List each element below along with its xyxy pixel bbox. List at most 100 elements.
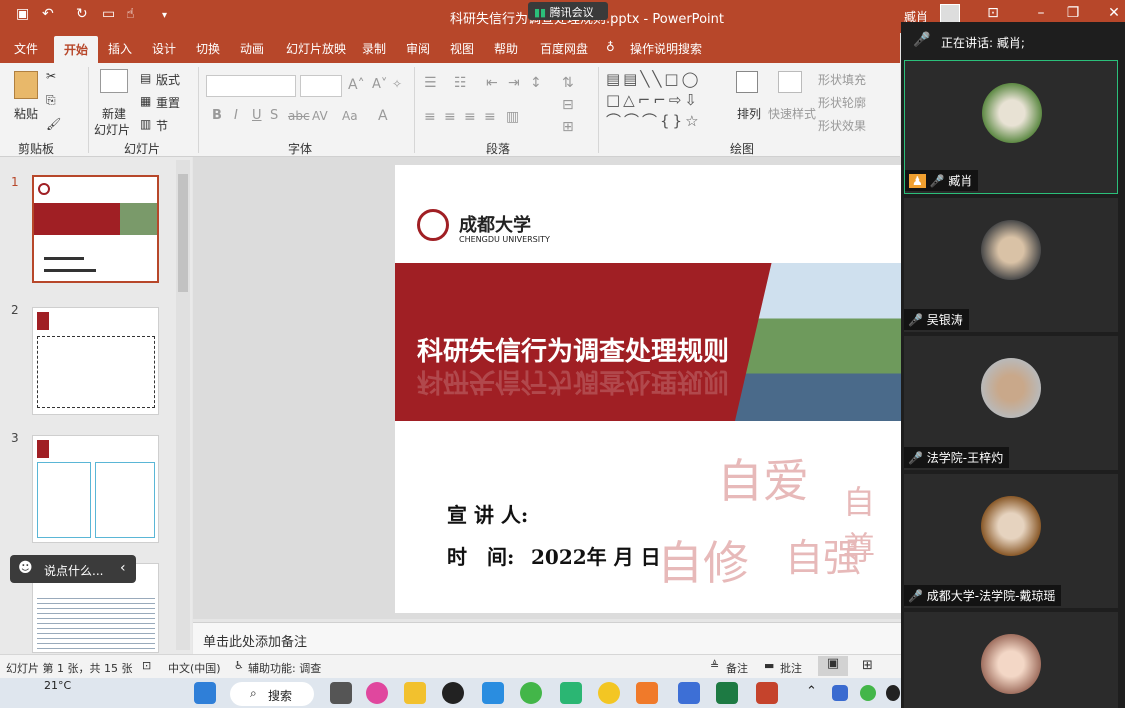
layout-button[interactable]: 版式: [156, 71, 180, 88]
clear-format-icon[interactable]: ✧: [392, 77, 402, 91]
notes-pane[interactable]: 单击此处添加备注: [193, 622, 901, 654]
justify-icon[interactable]: ≡: [484, 109, 496, 125]
align-right-icon[interactable]: ≡: [464, 109, 476, 125]
tab-animations[interactable]: 动画: [240, 40, 264, 57]
shape-fill-button[interactable]: 形状填充: [818, 71, 866, 88]
tab-record[interactable]: 录制: [362, 40, 386, 57]
browser-icon[interactable]: [366, 682, 388, 704]
shape-outline-button[interactable]: 形状轮廓: [818, 94, 866, 111]
shapes-gallery[interactable]: ▤▤╲╲□◯ □△⌐⌐⇨⇩ ⌒⌒⌒{}☆: [606, 69, 726, 133]
reset-button[interactable]: 重置: [156, 94, 180, 111]
pdf-icon[interactable]: [636, 682, 658, 704]
paste-button[interactable]: 粘贴: [14, 105, 38, 122]
tab-insert[interactable]: 插入: [108, 40, 132, 57]
tab-design[interactable]: 设计: [152, 40, 176, 57]
slide[interactable]: 成都大学 CHENGDU UNIVERSITY 科研失信行为调查处理规则 科研失…: [395, 165, 901, 613]
excel-icon[interactable]: [716, 682, 738, 704]
ribbon-display-icon[interactable]: ⊡: [982, 5, 1004, 21]
decrease-indent-icon[interactable]: ⇤: [486, 75, 498, 91]
tell-me-search[interactable]: 操作说明搜索: [630, 40, 702, 57]
app-icon[interactable]: [598, 682, 620, 704]
increase-font-icon[interactable]: A˄: [348, 77, 365, 93]
underline-icon[interactable]: U: [252, 108, 262, 123]
copy-icon[interactable]: ⎘: [46, 93, 56, 108]
change-case-icon[interactable]: Aa: [342, 109, 358, 123]
bold-icon[interactable]: B: [212, 108, 222, 123]
line-spacing-icon[interactable]: ↕: [530, 75, 542, 91]
notes-placeholder[interactable]: 单击此处添加备注: [203, 631, 307, 650]
new-slide-label-1[interactable]: 新建: [102, 105, 126, 122]
normal-view-icon[interactable]: ▣: [818, 656, 848, 676]
section-button[interactable]: 节: [156, 117, 168, 134]
tab-review[interactable]: 审阅: [406, 40, 430, 57]
decrease-font-icon[interactable]: A˅: [372, 77, 387, 92]
language-indicator[interactable]: 中文(中国): [168, 660, 221, 676]
slide-sorter-icon[interactable]: ⊞: [862, 658, 873, 673]
italic-icon[interactable]: I: [234, 108, 238, 123]
accessibility-status[interactable]: 辅助功能: 调查: [248, 660, 321, 676]
qq-tray-icon[interactable]: [886, 685, 900, 701]
quick-styles-button[interactable]: 快速样式: [768, 105, 816, 122]
security-tray-icon[interactable]: [832, 685, 848, 701]
notes-button[interactable]: 备注: [726, 660, 748, 676]
save-icon[interactable]: ▣: [16, 6, 29, 22]
participant-tile[interactable]: 🎤 成都大学-法学院-戴琼瑶: [904, 474, 1118, 608]
tab-home[interactable]: 开始: [54, 36, 99, 66]
slide-thumbnail-3[interactable]: [32, 435, 159, 543]
cut-icon[interactable]: ✂: [46, 69, 56, 83]
present-icon[interactable]: ▭: [102, 6, 115, 22]
arrange-icon[interactable]: [736, 71, 758, 93]
participant-tile[interactable]: 🎤 法学院-王梓灼: [904, 336, 1118, 470]
notes-icon[interactable]: ≜: [710, 659, 719, 672]
tray-chevron-icon[interactable]: ⌃: [806, 684, 817, 699]
format-painter-icon[interactable]: 🖌: [46, 117, 61, 131]
undo-icon[interactable]: ↶: [42, 6, 54, 22]
customize-toolbar-icon[interactable]: ▾: [162, 10, 167, 21]
close-icon[interactable]: ✕: [1103, 5, 1125, 21]
shadow-icon[interactable]: S: [270, 108, 278, 123]
comments-button[interactable]: 批注: [780, 660, 802, 676]
photos-icon[interactable]: [482, 682, 504, 704]
align-left-icon[interactable]: ≡: [424, 109, 436, 125]
meeting-badge[interactable]: ▮▮ 腾讯会议: [528, 2, 608, 20]
redo-icon[interactable]: ↻: [76, 6, 88, 22]
slide-thumbnail-2[interactable]: [32, 307, 159, 415]
tab-file[interactable]: 文件: [14, 40, 38, 57]
wechat-tray-icon[interactable]: [860, 685, 876, 701]
tab-help[interactable]: 帮助: [494, 40, 518, 57]
arrange-button[interactable]: 排列: [737, 105, 761, 122]
user-avatar[interactable]: [940, 4, 960, 24]
new-slide-label-2[interactable]: 幻灯片: [94, 121, 130, 138]
file-explorer-icon[interactable]: [404, 682, 426, 704]
collapse-icon[interactable]: ‹: [120, 560, 126, 576]
columns-icon[interactable]: ▥: [506, 109, 519, 125]
numbering-icon[interactable]: ☷: [454, 75, 467, 91]
shape-effects-button[interactable]: 形状效果: [818, 117, 866, 134]
participant-tile[interactable]: [904, 612, 1118, 708]
align-text-icon[interactable]: ⊟: [562, 97, 574, 113]
tab-baidu-netdisk[interactable]: 百度网盘: [540, 40, 588, 57]
chat-input-pill[interactable]: ☻ 说点什么... ‹: [10, 555, 136, 583]
tab-transitions[interactable]: 切换: [196, 40, 220, 57]
char-spacing-icon[interactable]: AV: [312, 109, 328, 123]
text-direction-icon[interactable]: ⇅: [562, 75, 574, 91]
touch-mode-icon[interactable]: ☝: [126, 6, 135, 22]
notepad-icon[interactable]: [678, 682, 700, 704]
increase-indent-icon[interactable]: ⇥: [508, 75, 520, 91]
align-center-icon[interactable]: ≡: [444, 109, 456, 125]
font-family-select[interactable]: [206, 75, 296, 97]
start-icon[interactable]: [194, 682, 216, 704]
media-player-icon[interactable]: [560, 682, 582, 704]
task-view-icon[interactable]: [330, 682, 352, 704]
tab-view[interactable]: 视图: [450, 40, 474, 57]
tab-slideshow[interactable]: 幻灯片放映: [286, 40, 346, 57]
slide-thumbnail-1[interactable]: [32, 175, 159, 283]
accessibility-icon[interactable]: ♿: [234, 659, 244, 672]
maximize-icon[interactable]: ❐: [1062, 5, 1084, 21]
new-slide-icon[interactable]: [100, 69, 128, 93]
paste-icon[interactable]: [14, 71, 38, 99]
chat-placeholder[interactable]: 说点什么...: [44, 562, 103, 579]
smiley-icon[interactable]: ☻: [18, 560, 33, 576]
strikethrough-icon[interactable]: abc: [288, 109, 310, 123]
minimize-icon[interactable]: –: [1030, 5, 1052, 21]
